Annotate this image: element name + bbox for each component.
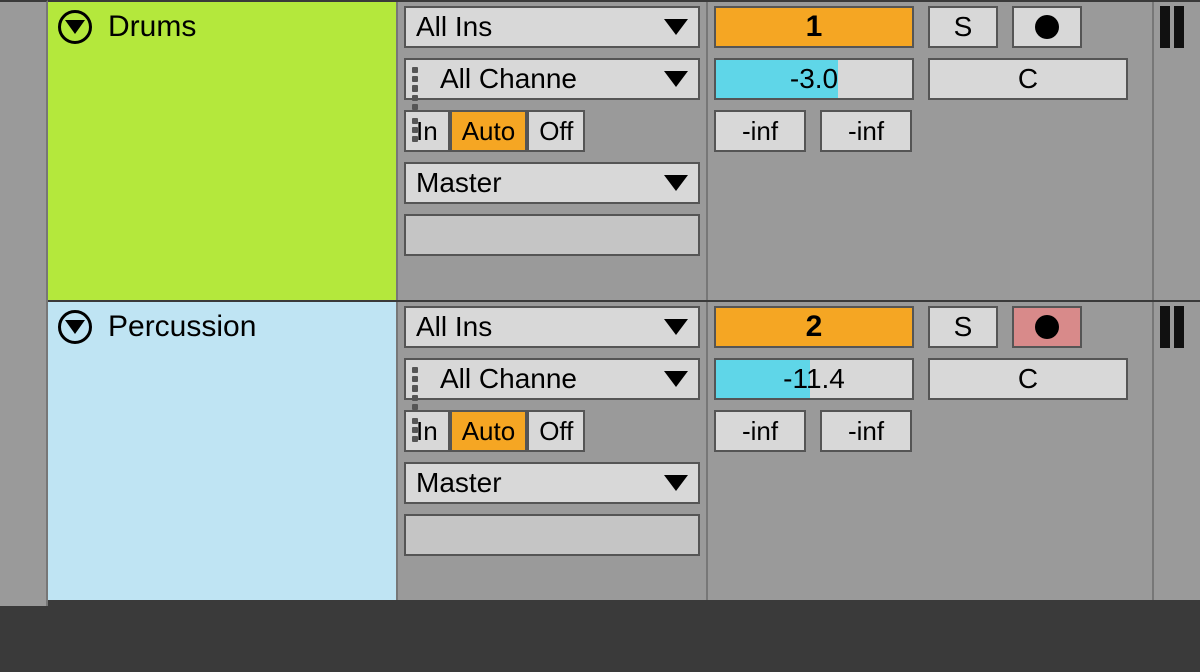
volume-value: -11.4 xyxy=(783,363,845,395)
grip-icon xyxy=(412,367,430,391)
track-header[interactable]: Drums xyxy=(48,2,398,300)
monitor-off-button[interactable]: Off xyxy=(527,110,585,152)
input-type-dropdown[interactable]: All Ins xyxy=(404,306,700,348)
chevron-down-icon xyxy=(664,319,688,335)
meter-bar-r xyxy=(1174,306,1184,348)
input-channel-label: All Channe xyxy=(430,363,664,395)
meter-bar-r xyxy=(1174,6,1184,48)
pan-field[interactable]: C xyxy=(928,58,1128,100)
monitor-auto-button[interactable]: Auto xyxy=(450,110,528,152)
track-activator-button[interactable]: 1 xyxy=(714,6,914,48)
record-arm-button[interactable] xyxy=(1012,6,1082,48)
send-b-field[interactable]: -inf xyxy=(820,110,912,152)
pan-field[interactable]: C xyxy=(928,358,1128,400)
left-gutter xyxy=(0,0,48,672)
send-a-field[interactable]: -inf xyxy=(714,110,806,152)
track-header[interactable]: Percussion xyxy=(48,302,398,600)
routing-column: All Ins All Channe In Auto Off xyxy=(398,302,708,600)
output-label: Master xyxy=(406,467,664,499)
chevron-down-icon xyxy=(664,71,688,87)
level-meter xyxy=(1152,302,1200,600)
solo-button[interactable]: S xyxy=(928,306,998,348)
input-channel-dropdown[interactable]: All Channe xyxy=(404,58,700,100)
bottom-gap xyxy=(0,606,1200,672)
mixer-column: 2 S -11.4 C -inf -inf xyxy=(708,302,1152,600)
grip-icon xyxy=(412,67,430,91)
chevron-down-icon xyxy=(664,371,688,387)
chevron-down-icon xyxy=(664,19,688,35)
monitor-in-button[interactable]: In xyxy=(404,410,450,452)
input-type-label: All Ins xyxy=(406,311,664,343)
meter-bar-l xyxy=(1160,6,1170,48)
routing-column: All Ins All Channe In Auto Off xyxy=(398,2,708,300)
level-meter xyxy=(1152,2,1200,300)
input-type-label: All Ins xyxy=(406,11,664,43)
send-a-field[interactable]: -inf xyxy=(714,410,806,452)
output-dropdown[interactable]: Master xyxy=(404,462,700,504)
fold-toggle-icon[interactable] xyxy=(58,10,92,44)
track-activator-button[interactable]: 2 xyxy=(714,306,914,348)
track-row: Drums All Ins All Channe xyxy=(48,0,1200,300)
input-channel-dropdown[interactable]: All Channe xyxy=(404,358,700,400)
record-icon xyxy=(1035,15,1059,39)
output-channel-field[interactable] xyxy=(404,214,700,256)
track-name[interactable]: Drums xyxy=(108,10,196,44)
output-dropdown[interactable]: Master xyxy=(404,162,700,204)
chevron-down-icon xyxy=(664,175,688,191)
fold-toggle-icon[interactable] xyxy=(58,310,92,344)
track-name[interactable]: Percussion xyxy=(108,310,256,344)
volume-field[interactable]: -11.4 xyxy=(714,358,914,400)
volume-value: -3.0 xyxy=(790,63,838,95)
chevron-down-icon xyxy=(664,475,688,491)
monitor-toggle-group: In Auto Off xyxy=(404,410,700,452)
monitor-in-button[interactable]: In xyxy=(404,110,450,152)
input-channel-label: All Channe xyxy=(430,63,664,95)
tracks-container: Drums All Ins All Channe xyxy=(48,0,1200,600)
monitor-off-button[interactable]: Off xyxy=(527,410,585,452)
monitor-auto-button[interactable]: Auto xyxy=(450,410,528,452)
record-arm-button[interactable] xyxy=(1012,306,1082,348)
track-row: Percussion All Ins All Channe xyxy=(48,300,1200,600)
monitor-toggle-group: In Auto Off xyxy=(404,110,700,152)
output-channel-field[interactable] xyxy=(404,514,700,556)
meter-bar-l xyxy=(1160,306,1170,348)
track-list-panel: Drums All Ins All Channe xyxy=(0,0,1200,672)
mixer-column: 1 S -3.0 C -inf -inf xyxy=(708,2,1152,300)
record-icon xyxy=(1035,315,1059,339)
output-label: Master xyxy=(406,167,664,199)
input-type-dropdown[interactable]: All Ins xyxy=(404,6,700,48)
send-b-field[interactable]: -inf xyxy=(820,410,912,452)
solo-button[interactable]: S xyxy=(928,6,998,48)
volume-field[interactable]: -3.0 xyxy=(714,58,914,100)
